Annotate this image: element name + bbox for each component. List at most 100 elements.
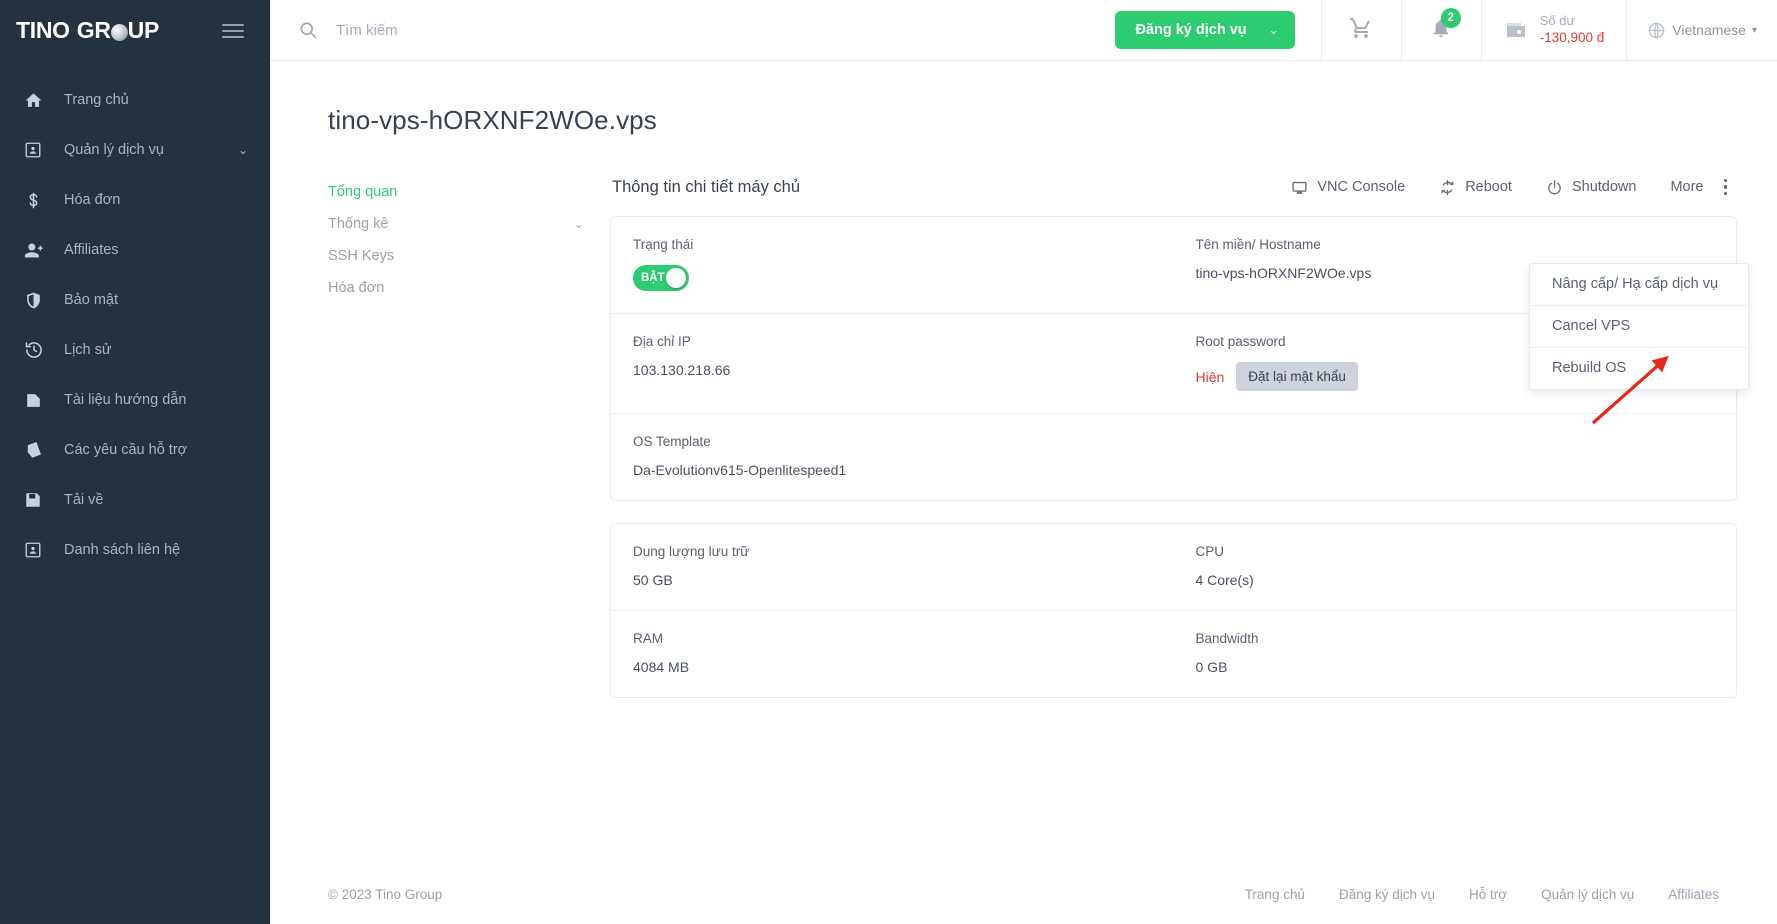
contact-card-icon xyxy=(24,541,50,559)
service-card-icon xyxy=(24,141,50,159)
more-label: More xyxy=(1670,179,1704,195)
footer-link-ho-tro[interactable]: Hỗ trợ xyxy=(1469,887,1507,902)
monitor-icon xyxy=(1291,179,1308,196)
footer-link-quan-ly-dich-vu[interactable]: Quản lý dịch vụ xyxy=(1541,887,1634,902)
history-icon xyxy=(24,340,50,360)
logo-text-up: UP xyxy=(127,17,160,43)
dropdown-item-cancel-vps[interactable]: Cancel VPS xyxy=(1530,306,1748,348)
dropdown-item-rebuild-os[interactable]: Rebuild OS xyxy=(1530,348,1748,389)
subnav-item-ssh-keys[interactable]: SSH Keys xyxy=(328,240,610,272)
register-service-button[interactable]: Đăng ký dịch vụ ⌄ xyxy=(1115,11,1295,49)
balance-cell[interactable]: Số dư -130,900 đ xyxy=(1480,0,1627,60)
notifications-button[interactable]: 2 xyxy=(1400,0,1481,60)
sidebar-item-label: Bảo mật xyxy=(64,292,118,308)
chevron-down-icon: ⌄ xyxy=(1268,23,1279,37)
search-bar xyxy=(270,0,1089,60)
card-row: OS Template Da-Evolutionv615-Openlitespe… xyxy=(611,414,1736,500)
cpu-cell: CPU 4 Core(s) xyxy=(1174,524,1737,610)
sidebar-nav: Trang chủ Quản lý dịch vụ ⌄ Hóa đơn Affi… xyxy=(0,75,270,575)
reboot-label: Reboot xyxy=(1465,179,1512,195)
language-selector[interactable]: Vietnamese ▾ xyxy=(1626,0,1777,60)
subnav-item-label: Hóa đơn xyxy=(328,280,385,296)
status-toggle[interactable]: BẬT xyxy=(633,265,689,291)
cart-icon xyxy=(1349,16,1373,45)
detail-header: Thông tin chi tiết máy chủ VNC Console R… xyxy=(610,174,1737,200)
search-icon[interactable] xyxy=(298,20,318,40)
server-resources-card: Dung lượng lưu trữ 50 GB CPU 4 Core(s) R… xyxy=(610,523,1737,698)
shield-icon xyxy=(24,291,50,310)
subnav-item-label: Tổng quan xyxy=(328,184,398,200)
ip-cell: Địa chỉ IP 103.130.218.66 xyxy=(611,314,1174,413)
sidebar-item-affiliates[interactable]: Affiliates xyxy=(0,225,270,275)
reboot-button[interactable]: Reboot xyxy=(1422,179,1529,196)
sidebar-item-lich-su[interactable]: Lịch sử xyxy=(0,325,270,375)
page-subnav: Tổng quan Thống kê ⌄ SSH Keys Hóa đơn xyxy=(310,174,610,720)
sidebar-item-tai-ve[interactable]: Tải về xyxy=(0,475,270,525)
logo-text-tino: TINO xyxy=(16,17,70,43)
chevron-down-icon[interactable]: ⌄ xyxy=(238,143,248,157)
sidebar-item-trang-chu[interactable]: Trang chủ xyxy=(0,75,270,125)
sidebar-item-label: Danh sách liên hệ xyxy=(64,542,181,558)
shutdown-label: Shutdown xyxy=(1571,179,1637,195)
footer-link-trang-chu[interactable]: Trang chủ xyxy=(1245,887,1305,902)
sidebar-item-danh-sach-lien-he[interactable]: Danh sách liên hệ xyxy=(0,525,270,575)
footer-link-dang-ky-dich-vu[interactable]: Đăng ký dịch vụ xyxy=(1339,887,1435,902)
globe-icon xyxy=(110,24,128,41)
ram-cell: RAM 4084 MB xyxy=(611,611,1174,697)
footer-link-affiliates[interactable]: Affiliates xyxy=(1668,887,1719,902)
os-template-label: OS Template xyxy=(633,434,711,449)
detail-actions: VNC Console Reboot Shutdown More xyxy=(1274,177,1737,198)
more-button[interactable]: More xyxy=(1653,177,1737,198)
sidebar-item-label: Hóa đơn xyxy=(64,192,121,208)
shutdown-button[interactable]: Shutdown xyxy=(1529,179,1654,196)
cart-button[interactable] xyxy=(1320,0,1401,60)
subnav-item-tong-quan[interactable]: Tổng quan xyxy=(328,176,610,208)
vnc-console-button[interactable]: VNC Console xyxy=(1274,179,1422,196)
subnav-item-label: SSH Keys xyxy=(328,248,395,264)
search-input[interactable] xyxy=(336,21,696,39)
footer-copyright: © 2023 Tino Group xyxy=(328,886,443,902)
globe-icon xyxy=(1647,21,1666,40)
ip-label: Địa chỉ IP xyxy=(633,334,691,349)
chevron-down-icon: ▾ xyxy=(1751,24,1757,36)
subnav-item-hoa-don[interactable]: Hóa đơn xyxy=(328,272,610,304)
dropdown-item-upgrade-downgrade[interactable]: Nâng cấp/ Hạ cấp dịch vụ xyxy=(1530,264,1748,306)
os-template-cell: OS Template Da-Evolutionv615-Openlitespe… xyxy=(611,414,1174,500)
cpu-label: CPU xyxy=(1195,544,1225,559)
hostname-label: Tên miền/ Hostname xyxy=(1195,237,1321,252)
topbar: Đăng ký dịch vụ ⌄ 2 xyxy=(270,0,1777,61)
sidebar-item-label: Trang chủ xyxy=(64,92,129,108)
sidebar-item-label: Các yêu cầu hỗ trợ xyxy=(64,442,188,458)
body-columns: Tổng quan Thống kê ⌄ SSH Keys Hóa đơn Th… xyxy=(310,174,1737,720)
bandwidth-value: 0 GB xyxy=(1195,659,1228,675)
bandwidth-cell: Bandwidth 0 GB xyxy=(1174,611,1737,697)
detail-title: Thông tin chi tiết máy chủ xyxy=(612,177,801,196)
status-label: Trạng thái xyxy=(633,237,694,252)
sidebar-item-cac-yeu-cau-ho-tro[interactable]: Các yêu cầu hỗ trợ xyxy=(0,425,270,475)
empty-cell xyxy=(1174,414,1737,500)
person-add-icon xyxy=(24,240,50,261)
footer-links: Trang chủ Đăng ký dịch vụ Hỗ trợ Quản lý… xyxy=(1245,887,1719,902)
home-icon xyxy=(24,91,50,110)
register-service-cell: Đăng ký dịch vụ ⌄ xyxy=(1089,0,1320,60)
more-dropdown-menu: Nâng cấp/ Hạ cấp dịch vụ Cancel VPS Rebu… xyxy=(1529,263,1749,390)
card-row: Dung lượng lưu trữ 50 GB CPU 4 Core(s) xyxy=(611,524,1736,611)
sidebar-item-bao-mat[interactable]: Bảo mật xyxy=(0,275,270,325)
sidebar-item-tai-lieu-huong-dan[interactable]: Tài liệu hướng dẫn xyxy=(0,375,270,425)
sidebar-item-quan-ly-dich-vu[interactable]: Quản lý dịch vụ ⌄ xyxy=(0,125,270,175)
vnc-console-label: VNC Console xyxy=(1317,179,1406,195)
subnav-item-thong-ke[interactable]: Thống kê ⌄ xyxy=(328,208,610,240)
toggle-knob xyxy=(666,268,686,288)
register-service-label: Đăng ký dịch vụ xyxy=(1135,22,1247,38)
balance-value: -130,900 đ xyxy=(1539,29,1605,45)
kebab-menu-icon[interactable] xyxy=(1718,177,1734,198)
show-password-link[interactable]: Hiện xyxy=(1196,369,1225,385)
content-area: tino-vps-hORXNF2WOe.vps Tổng quan Thống … xyxy=(270,61,1777,864)
cpu-value: 4 Core(s) xyxy=(1195,572,1254,588)
detail-column: Thông tin chi tiết máy chủ VNC Console R… xyxy=(610,174,1737,720)
hamburger-menu-icon[interactable] xyxy=(218,20,248,42)
storage-label: Dung lượng lưu trữ xyxy=(633,544,750,559)
sidebar-item-hoa-don[interactable]: Hóa đơn xyxy=(0,175,270,225)
reset-password-button[interactable]: Đặt lại mật khẩu xyxy=(1236,362,1358,391)
tino-group-logo[interactable]: TINO GR UP xyxy=(16,17,159,44)
